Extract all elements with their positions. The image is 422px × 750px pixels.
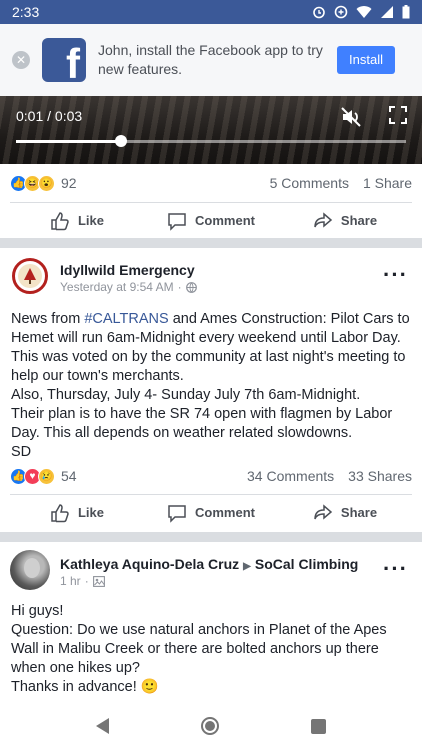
video-progress-fill [16,140,122,143]
post-timestamp[interactable]: 1 hr [60,574,81,588]
post-paragraph: Question: Do we use natural anchors in P… [11,622,387,676]
feed-divider [0,238,422,248]
comments-count[interactable]: 5 Comments [270,175,349,191]
avatar[interactable] [10,550,50,590]
post-paragraph: Hi guys! [11,603,64,619]
post-meta: Yesterday at 9:54 AM · [60,280,197,294]
post-actions: Like Comment Share [10,202,412,238]
post-stats: 👍 😆 😮 92 5 Comments 1 Share [0,164,422,202]
facebook-logo: f [42,38,86,82]
post-stats: 👍 ♥ 😢 54 34 Comments 33 Shares [0,457,422,495]
close-banner-button[interactable]: ✕ [12,51,30,69]
comments-count[interactable]: 34 Comments [247,468,334,484]
feed-post: Idyllwild Emergency Yesterday at 9:54 AM… [0,248,422,532]
comment-button[interactable]: Comment [144,503,278,523]
share-label: Share [340,213,378,228]
install-button[interactable]: Install [337,46,395,74]
post-author: Kathleya Aquino-Dela Cruz ▶ SoCal Climbing [60,556,358,572]
comment-icon [168,212,186,231]
reaction-icons[interactable]: 👍 😆 😮 [10,174,55,192]
video-progress-track[interactable] [16,140,406,143]
group-privacy-icon [92,575,105,587]
post-paragraph: Their plan is to have the SR 74 open wit… [11,406,393,441]
share-button[interactable]: Share [278,211,412,231]
post-paragraph: News from #CALTRANS and Ames Constructio… [11,311,410,384]
install-banner-message: John, install the Facebook app to try ne… [98,42,323,77]
post-footer-card: 👍 😆 😮 92 5 Comments 1 Share Like Comment… [0,164,422,242]
post-author[interactable]: Idyllwild Emergency [60,262,195,278]
share-button[interactable]: Share [278,503,412,523]
data-saver-icon [334,5,348,19]
share-icon [314,503,333,520]
comment-label: Comment [195,505,255,520]
post-paragraph: Also, Thursday, July 4- Sunday July 7th … [11,387,361,403]
fullscreen-icon[interactable] [389,106,407,124]
post-body: Hi guys! Question: Do we use natural anc… [11,602,411,697]
alarm-icon [313,6,325,19]
sad-reaction-icon: 😢 [38,467,55,485]
status-icons [312,5,410,19]
reaction-count[interactable]: 92 [61,175,77,191]
avatar[interactable] [12,258,48,294]
post-body: News from #CALTRANS and Ames Constructio… [11,310,411,462]
like-label: Like [77,505,104,520]
post-meta: 1 hr · [60,574,105,588]
like-button[interactable]: Like [10,211,144,231]
back-icon[interactable] [96,718,109,734]
hashtag-link[interactable]: #CALTRANS [84,311,168,327]
comment-label: Comment [195,213,255,228]
post-header: Idyllwild Emergency Yesterday at 9:54 AM… [0,256,422,306]
post-actions: Like Comment Share [10,494,412,530]
signal-icon [381,6,393,18]
system-navigation-bar [0,702,422,750]
comment-button[interactable]: Comment [144,211,278,231]
video-time: 0:01 / 0:03 [16,108,83,124]
status-time: 2:33 [12,4,40,20]
thumbs-up-icon [51,503,69,522]
wow-reaction-icon: 😮 [38,174,55,192]
install-app-banner: ✕ f John, install the Facebook app to tr… [0,24,422,96]
video-player[interactable]: 0:01 / 0:03 [0,96,422,164]
like-label: Like [77,213,104,228]
reaction-icons[interactable]: 👍 ♥ 😢 [10,467,55,485]
arrow-right-icon: ▶ [243,561,251,572]
shares-count[interactable]: 1 Share [363,175,412,191]
feed-post: Kathleya Aquino-Dela Cruz ▶ SoCal Climbing… [0,542,422,702]
tree-icon [24,268,36,284]
shares-count[interactable]: 33 Shares [348,468,412,484]
group-name[interactable]: SoCal Climbing [255,556,358,572]
share-icon [314,211,333,228]
reaction-count[interactable]: 54 [61,468,77,484]
mute-icon[interactable] [340,106,362,128]
comment-icon [168,504,186,523]
home-icon[interactable] [201,717,219,735]
post-header: Kathleya Aquino-Dela Cruz ▶ SoCal Climbing… [0,550,422,600]
like-button[interactable]: Like [10,503,144,523]
post-author-name[interactable]: Kathleya Aquino-Dela Cruz [60,556,239,572]
thumbs-up-icon [51,211,69,230]
feed-divider [0,532,422,542]
post-timestamp[interactable]: Yesterday at 9:54 AM [60,280,174,294]
wifi-icon [356,6,372,19]
status-bar: 2:33 [0,0,422,24]
globe-icon [185,281,197,293]
post-options-button[interactable]: ··· [383,556,408,582]
post-options-button[interactable]: ··· [383,262,408,288]
battery-icon [402,5,410,19]
share-label: Share [340,505,378,520]
post-paragraph: Thanks in advance! 🙂 [11,679,159,695]
recent-apps-icon[interactable] [311,718,326,734]
